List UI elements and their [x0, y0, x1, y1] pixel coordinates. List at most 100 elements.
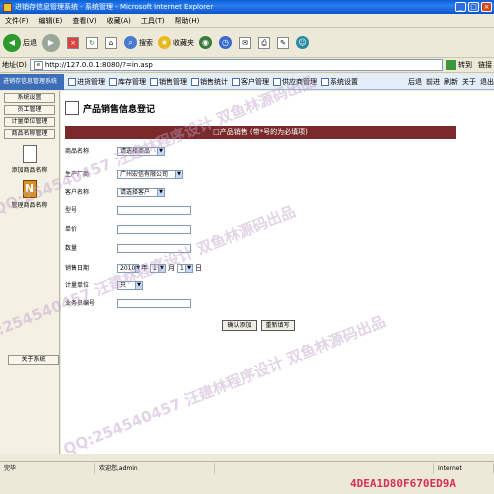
window-title: 进销存信息管理系统 - 系统管理 - Microsoft Internet Ex…: [15, 3, 214, 11]
supplier-select[interactable]: 广州宏信有限公司 ▼: [117, 170, 183, 179]
chevron-down-icon: ▼: [157, 148, 164, 155]
nav-item-stock[interactable]: 库存管理: [109, 77, 146, 87]
menu-view[interactable]: 查看(V): [67, 16, 101, 26]
form-icon: [65, 101, 79, 115]
sale-date-label: 销售日期: [65, 264, 90, 272]
row-unit: 计量单位 只 ▼: [65, 281, 456, 290]
search-icon: ⌕: [124, 36, 137, 49]
nav-back-button[interactable]: 后退: [408, 77, 422, 87]
sidebar-item-units[interactable]: 计量单位管理: [4, 117, 55, 127]
status-user: 欢迎您,admin: [95, 462, 215, 474]
favorites-button[interactable]: ★ 收藏夹: [158, 36, 194, 49]
star-icon: ★: [158, 36, 171, 49]
quantity-input[interactable]: [117, 244, 191, 253]
number-label: 业务员编号: [65, 300, 96, 307]
year-suffix: 年: [141, 264, 148, 272]
nav-icon: [321, 77, 329, 86]
unit-price-input[interactable]: [117, 225, 191, 234]
browser-toolbar: ◀ 后退 ▶ × ↻ ⌂ ⌕ 搜索 ★ 收藏夹 ◉ ◷ ✉ ⎙ ✎ ☺: [0, 28, 494, 58]
nav-icon: [68, 77, 76, 86]
history-icon: ◷: [219, 36, 232, 49]
menu-favorites[interactable]: 收藏(A): [102, 16, 136, 26]
history-button[interactable]: ◷: [219, 36, 234, 49]
media-button[interactable]: ◉: [199, 36, 214, 49]
nav-icon: [150, 77, 158, 86]
mail-button[interactable]: ✉: [239, 36, 253, 49]
page-icon: e: [33, 60, 43, 70]
sidebar-item-product-names[interactable]: 商品名称管理: [4, 129, 55, 139]
nav-item-sales-stats[interactable]: 销售统计: [191, 77, 228, 87]
spec-input[interactable]: [117, 206, 191, 215]
address-label: 地址(D): [2, 61, 27, 69]
row-quantity: 数量: [65, 244, 456, 253]
refresh-button[interactable]: ↻: [86, 36, 100, 49]
number-input[interactable]: [117, 299, 191, 308]
menu-tools[interactable]: 工具(T): [136, 16, 170, 26]
nav-item-sales[interactable]: 销售管理: [150, 77, 187, 87]
watermark-hex: 4DEA1D80F670ED9A: [350, 477, 456, 490]
spec-label: 型号: [65, 207, 78, 214]
home-icon: ⌂: [105, 36, 117, 49]
home-button[interactable]: ⌂: [105, 36, 119, 49]
maximize-button[interactable]: □: [468, 2, 479, 12]
status-bar: 完毕 欢迎您,admin Internet: [0, 461, 494, 474]
back-arrow-icon: ◀: [3, 33, 21, 52]
menu-bar: 文件(F) 编辑(E) 查看(V) 收藏(A) 工具(T) 帮助(H): [0, 14, 494, 28]
edit-button[interactable]: ✎: [277, 36, 291, 49]
form-actions: 确认添加 重新填写: [65, 320, 456, 331]
product-name-select[interactable]: 请选择商品 ▼: [117, 147, 165, 156]
menu-help[interactable]: 帮助(H): [170, 16, 205, 26]
search-button[interactable]: ⌕ 搜索: [124, 36, 153, 49]
address-input[interactable]: e http://127.0.0.1:8080/?=in.asp: [29, 59, 443, 71]
row-supplier: 生产厂商 广州宏信有限公司 ▼: [65, 170, 456, 179]
forward-arrow-icon: ▶: [42, 33, 60, 52]
nav-forward-button[interactable]: 前进: [426, 77, 440, 87]
status-zone: Internet: [434, 462, 494, 474]
nav-item-settings[interactable]: 系统设置: [321, 77, 358, 87]
sidebar-item-employees[interactable]: 员工管理: [4, 105, 55, 115]
mail-icon: ✉: [239, 36, 251, 49]
minimize-button[interactable]: _: [455, 2, 466, 12]
chevron-down-icon: ▼: [175, 171, 182, 178]
day-suffix: 日: [195, 264, 202, 272]
status-text: 完毕: [0, 462, 95, 474]
menu-file[interactable]: 文件(F): [0, 16, 34, 26]
sidebar-about[interactable]: 关于系统: [8, 355, 59, 365]
nav-exit-button[interactable]: 退出: [480, 77, 494, 87]
go-arrow-icon: [446, 60, 456, 70]
nav-refresh-button[interactable]: 刷新: [444, 77, 458, 87]
month-suffix: 月: [168, 264, 175, 272]
unit-select[interactable]: 只 ▼: [117, 281, 143, 290]
back-button[interactable]: ◀ 后退: [3, 33, 37, 52]
year-select[interactable]: 2010 ▼: [117, 263, 141, 273]
day-select[interactable]: 1 ▼: [177, 263, 193, 273]
print-button[interactable]: ⎙: [258, 36, 272, 49]
customer-select[interactable]: 请选择客户 ▼: [117, 188, 165, 197]
row-product-name: 商品名称 请选择商品 ▼: [65, 147, 456, 156]
chevron-down-icon: ▼: [135, 282, 142, 289]
page-title: 产品销售信息登记: [83, 104, 156, 115]
nav-item-suppliers[interactable]: 供应商管理: [273, 77, 317, 87]
go-button[interactable]: 转到: [446, 60, 472, 70]
status-spacer: [215, 462, 434, 474]
reset-button[interactable]: 重新填写: [260, 320, 295, 331]
nav-item-purchase[interactable]: 进货管理: [68, 77, 105, 87]
month-select[interactable]: 1 ▼: [150, 263, 166, 273]
refresh-icon: ↻: [86, 36, 98, 49]
submit-button[interactable]: 确认添加: [222, 320, 257, 331]
manage-product-name-link[interactable]: N 管理商品名称: [11, 180, 49, 209]
row-customer: 客户名称 请选择客户 ▼: [65, 188, 456, 197]
nav-about-button[interactable]: 关于: [462, 77, 476, 87]
nav-item-customers[interactable]: 客户管理: [232, 77, 269, 87]
messenger-button[interactable]: ☺: [296, 36, 311, 49]
links-label[interactable]: 链接: [478, 60, 492, 70]
close-button[interactable]: ×: [481, 2, 492, 12]
sidebar: 系统设置 员工管理 计量单位管理 商品名称管理 添加商品名称 N 管理商品名称 …: [0, 91, 60, 454]
forward-button[interactable]: ▶: [42, 33, 62, 52]
notepad-icon: N: [22, 180, 37, 198]
menu-edit[interactable]: 编辑(E): [34, 16, 68, 26]
add-product-name-link[interactable]: 添加商品名称: [11, 145, 49, 174]
supplier-label: 生产厂商: [65, 171, 90, 178]
stop-button[interactable]: ×: [67, 36, 81, 49]
sidebar-item-system[interactable]: 系统设置: [4, 93, 55, 103]
